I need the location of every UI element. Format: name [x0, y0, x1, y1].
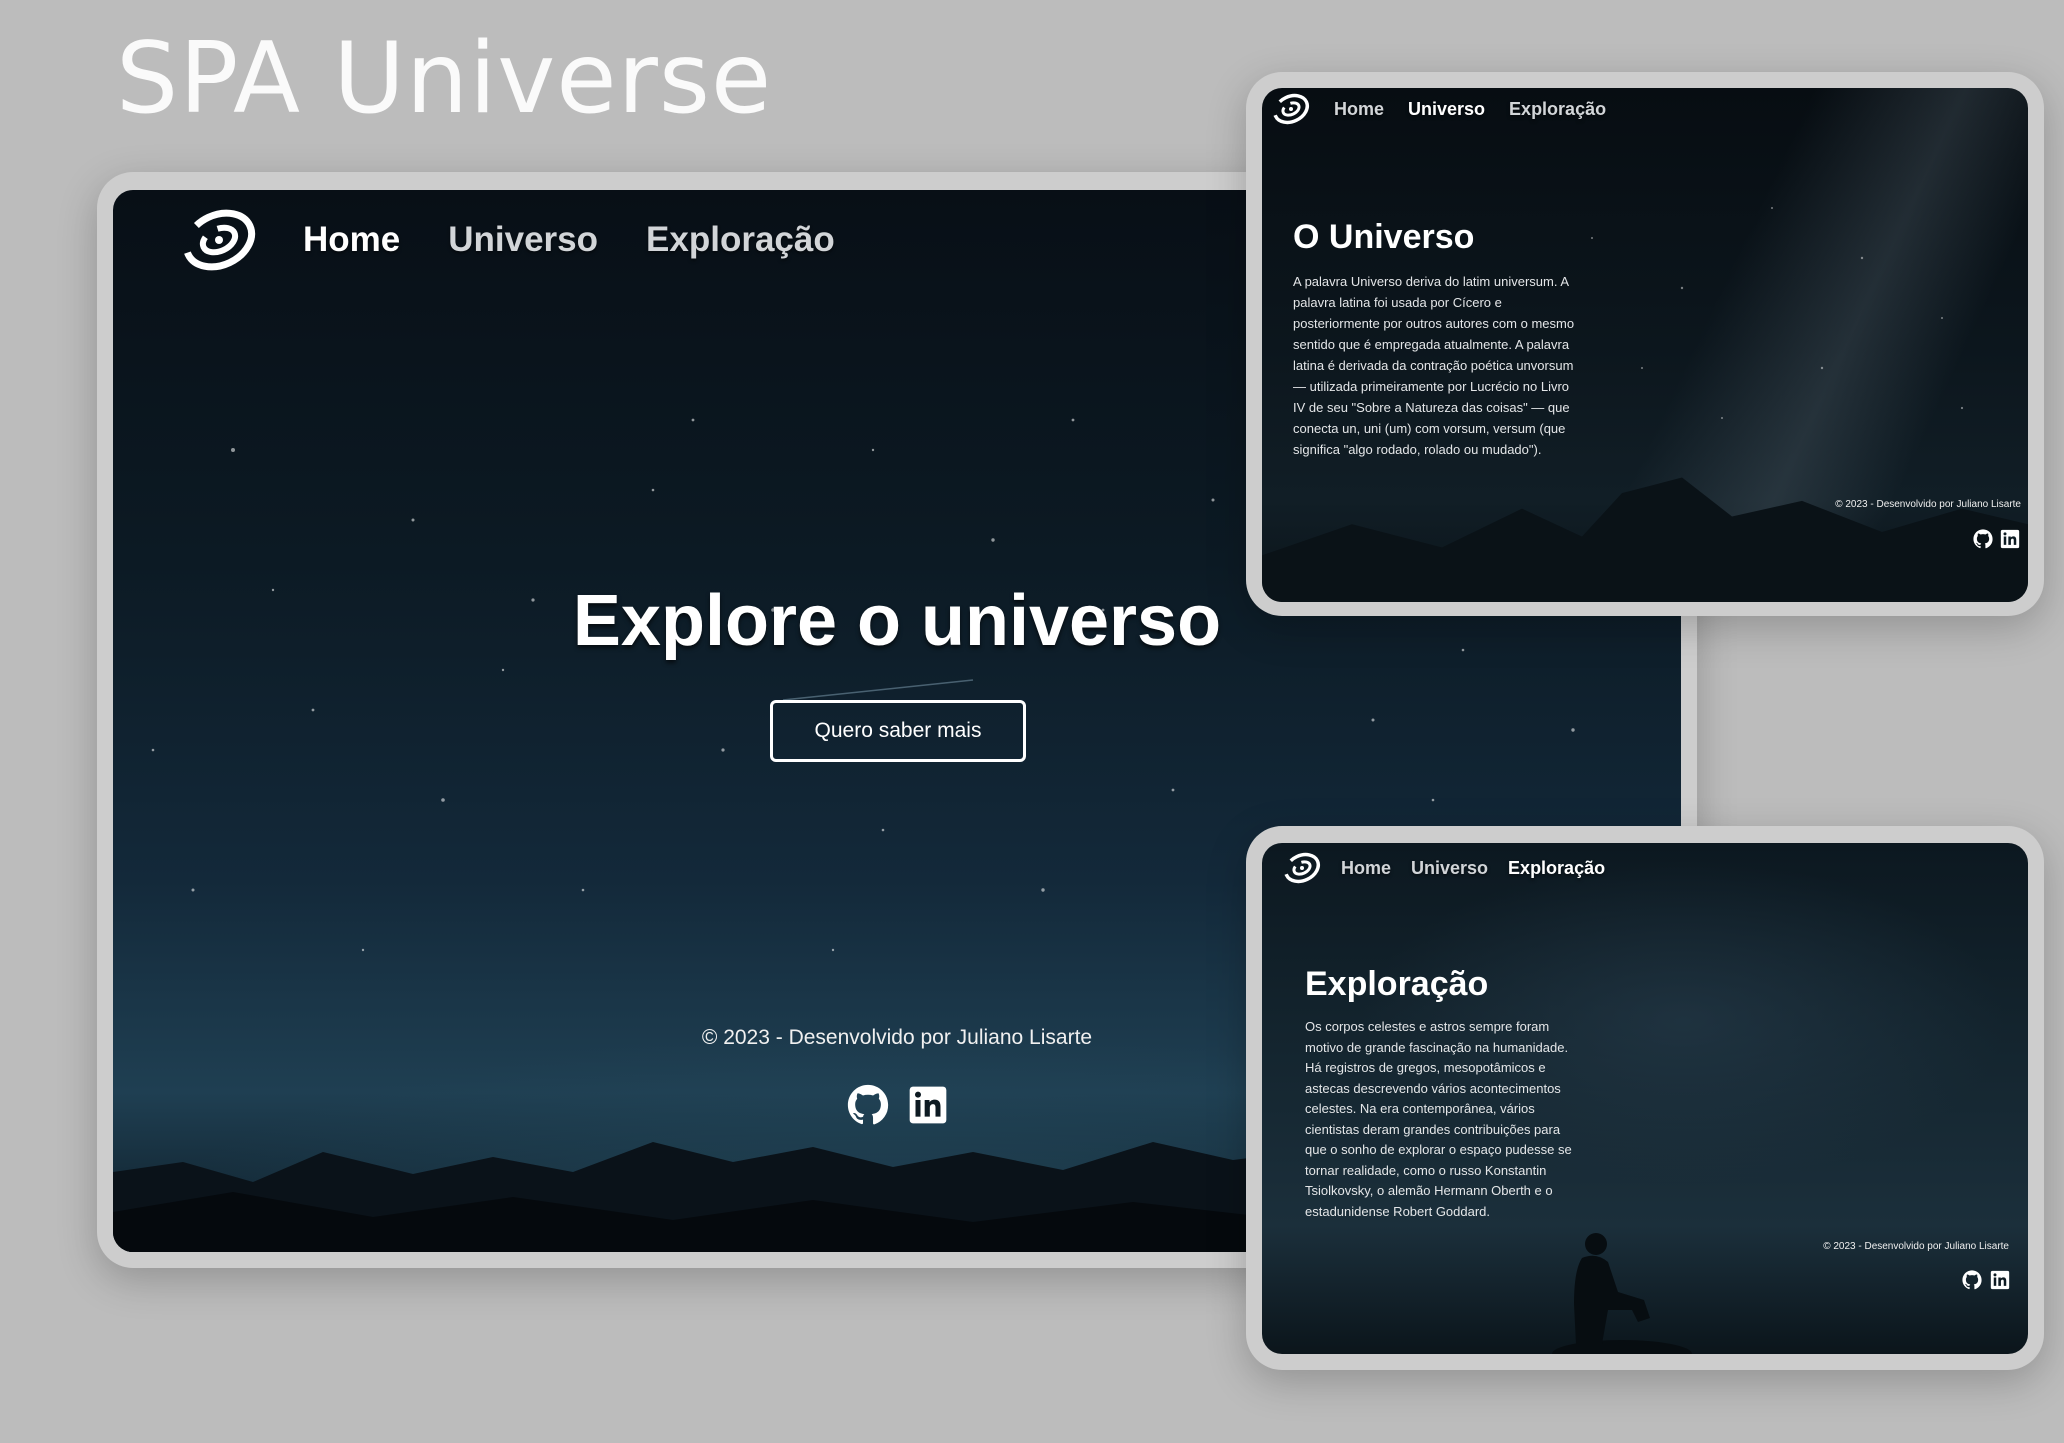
universe-screen: Home Universo Exploração O Universo A pa… — [1262, 88, 2028, 602]
nav-link-home[interactable]: Home — [1334, 99, 1384, 120]
nav-link-universo[interactable]: Universo — [1408, 99, 1485, 120]
exploration-screen: Home Universo Exploração Exploração Os c… — [1262, 843, 2028, 1354]
galaxy-logo-icon[interactable] — [181, 208, 257, 272]
learn-more-button[interactable]: Quero saber mais — [770, 700, 1026, 762]
nav-link-exploracao[interactable]: Exploração — [1508, 858, 1605, 879]
nav-link-home[interactable]: Home — [303, 220, 400, 260]
social-links — [1967, 528, 2021, 550]
footer-credit: © 2023 - Desenvolvido por Juliano Lisart… — [1835, 499, 2021, 510]
page-body: A palavra Universo deriva do latim unive… — [1293, 274, 1575, 458]
nav-link-exploracao[interactable]: Exploração — [1509, 99, 1606, 120]
linkedin-icon[interactable] — [1989, 1269, 2011, 1291]
social-links — [1955, 1269, 2011, 1291]
main-nav: Home Universo Exploração — [181, 208, 835, 272]
linkedin-icon[interactable] — [906, 1083, 950, 1127]
github-icon[interactable] — [1961, 1269, 1983, 1291]
galaxy-logo-icon[interactable] — [1272, 92, 1310, 126]
github-icon[interactable] — [846, 1083, 890, 1127]
exploration-nav: Home Universo Exploração — [1283, 851, 1605, 885]
page-body: Os corpos celestes e astros sempre foram… — [1305, 1019, 1572, 1219]
nav-link-home[interactable]: Home — [1341, 858, 1391, 879]
nav-link-universo[interactable]: Universo — [1411, 858, 1488, 879]
nav-link-exploracao[interactable]: Exploração — [646, 220, 835, 260]
linkedin-icon[interactable] — [1999, 528, 2021, 550]
mountain-silhouette — [1262, 477, 2028, 602]
galaxy-logo-icon[interactable] — [1283, 851, 1321, 885]
footer-credit: © 2023 - Desenvolvido por Juliano Lisart… — [1823, 1241, 2009, 1252]
showcase-title: SPA Universe — [116, 22, 773, 136]
universe-nav: Home Universo Exploração — [1272, 92, 1606, 126]
nav-link-universo[interactable]: Universo — [448, 220, 598, 260]
page-title: Exploração — [1305, 965, 1489, 1003]
page-title: O Universo — [1293, 218, 1475, 256]
github-icon[interactable] — [1972, 528, 1994, 550]
social-links — [846, 1083, 966, 1127]
person-silhouette — [1552, 1233, 1692, 1354]
